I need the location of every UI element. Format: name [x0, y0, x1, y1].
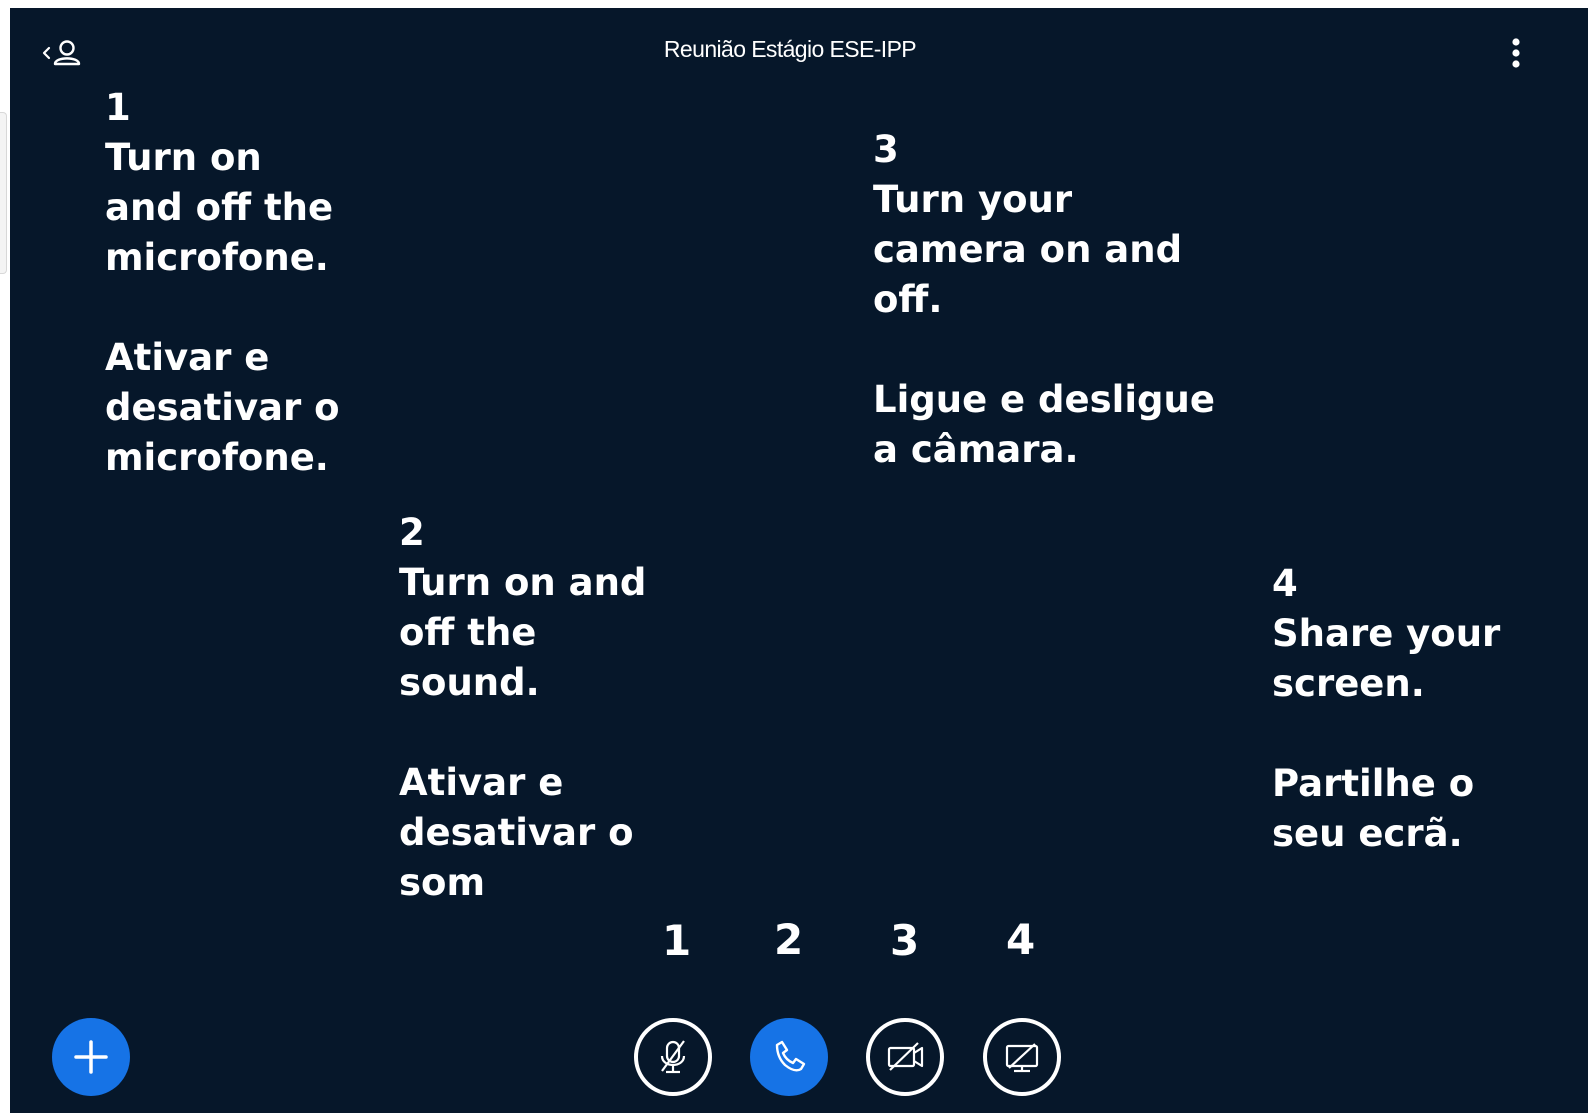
- audio-toggle-button[interactable]: [750, 1018, 828, 1096]
- left-edge: [0, 0, 10, 1113]
- share-screen-button[interactable]: [983, 1018, 1061, 1096]
- side-tab[interactable]: [0, 112, 7, 274]
- microphone-toggle-button[interactable]: [634, 1018, 712, 1096]
- note-microphone: 1 Turn on and off the microfone. Ativar …: [105, 86, 340, 479]
- microphone-muted-icon: [660, 1040, 686, 1074]
- note-camera: 3 Turn your camera on and off. Ligue e d…: [873, 128, 1215, 471]
- more-options-button[interactable]: [1504, 36, 1528, 72]
- control-number-2: 2: [774, 915, 804, 964]
- phone-icon: [775, 1040, 806, 1072]
- kebab-menu-icon: [1512, 38, 1520, 68]
- control-number-4: 4: [1006, 915, 1036, 964]
- plus-icon: [74, 1040, 108, 1074]
- meeting-window: Reunião Estágio ESE-IPP 1 Turn on and of…: [10, 8, 1588, 1113]
- control-number-1: 1: [662, 916, 692, 965]
- camera-off-icon: [887, 1042, 924, 1071]
- share-screen-icon: [1005, 1043, 1039, 1073]
- add-button[interactable]: [52, 1018, 130, 1096]
- control-number-3: 3: [890, 916, 920, 965]
- note-share-screen: 4 Share your screen. Partilhe o seu ecrã…: [1272, 562, 1501, 855]
- note-sound: 2 Turn on and off the sound. Ativar e de…: [399, 511, 647, 904]
- meeting-title: Reunião Estágio ESE-IPP: [663, 36, 917, 62]
- camera-toggle-button[interactable]: [866, 1018, 944, 1096]
